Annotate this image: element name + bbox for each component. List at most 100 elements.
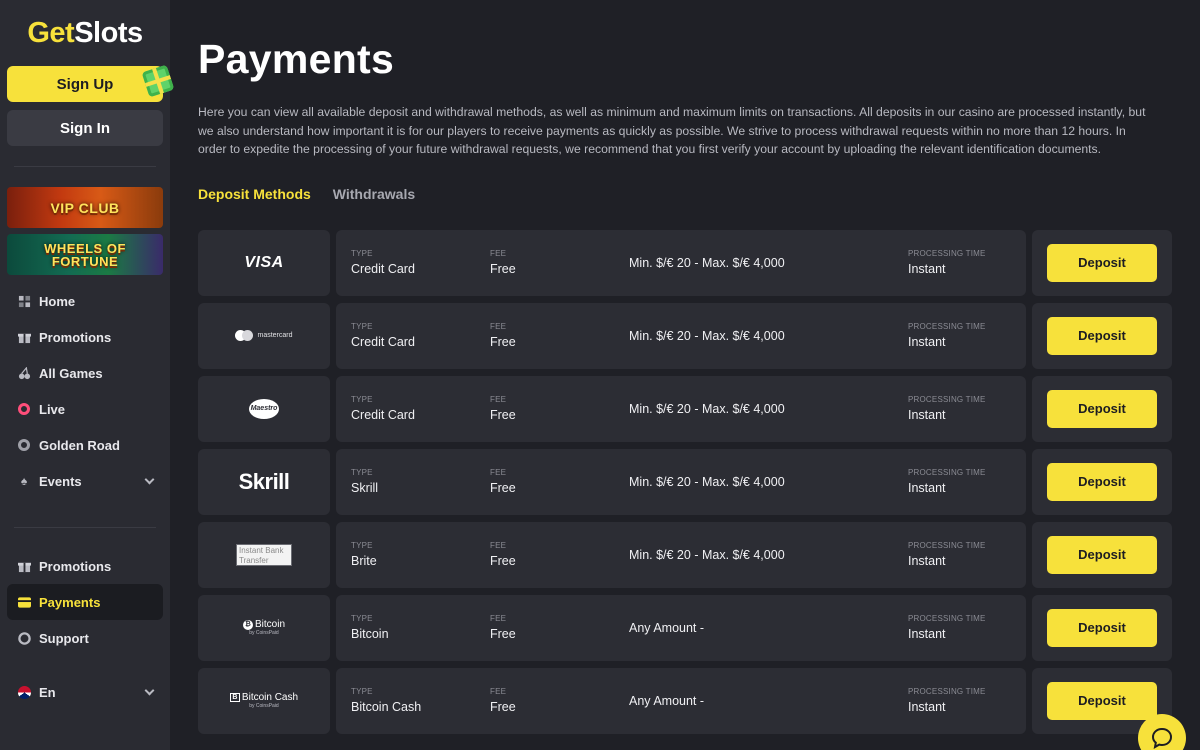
payment-row: mastercard TYPE Credit Card FEE Free Min… [198, 302, 1174, 369]
gift-icon [17, 330, 31, 344]
visa-logo: VISA [244, 253, 284, 271]
brand-slots: Slots [74, 16, 143, 49]
method-action-cell: Deposit [1032, 302, 1172, 369]
method-info-cell: TYPE Credit Card FEE Free Min. $/€ 20 - … [336, 375, 1026, 442]
flag-uk-icon [17, 685, 31, 699]
processing-label: PROCESSING TIME [908, 467, 986, 477]
nav-item-golden-road[interactable]: Golden Road [7, 427, 163, 463]
payment-tabs: Deposit Methods Withdrawals [198, 186, 1174, 202]
method-logo-cell: Skrill [198, 448, 330, 515]
method-logo-cell: VISA [198, 229, 330, 296]
nav-item-all-games[interactable]: All Games [7, 355, 163, 391]
deposit-button[interactable]: Deposit [1047, 243, 1157, 282]
processing-value: Instant [908, 407, 946, 422]
vip-club-banner[interactable]: VIP CLUB [7, 187, 163, 228]
tab-withdrawals[interactable]: Withdrawals [333, 186, 415, 202]
limits-value: Min. $/€ 20 - Max. $/€ 4,000 [629, 401, 785, 416]
nav-label-promotions-2: Promotions [39, 558, 112, 574]
method-logo-cell: Instant Bank Transfer [198, 521, 330, 588]
gift-icon [17, 559, 31, 573]
nav-label-golden-road: Golden Road [39, 437, 120, 453]
payment-row: B Bitcoin Cash by CoinsPaid TYPE Bitcoin … [198, 667, 1174, 734]
nav-label-home: Home [39, 293, 76, 309]
nav-item-payments[interactable]: Payments [7, 584, 163, 620]
nav-label-all-games: All Games [39, 365, 103, 381]
payment-row: ₿ Bitcoin by CoinsPaid TYPE Bitcoin FEE F… [198, 594, 1174, 661]
method-logo-cell: mastercard [198, 302, 330, 369]
fee-label: FEE [490, 613, 507, 623]
nav-item-promotions-2[interactable]: Promotions [7, 548, 163, 584]
deposit-button[interactable]: Deposit [1047, 681, 1157, 720]
method-logo-cell: Maestro [198, 375, 330, 442]
method-action-cell: Deposit [1032, 229, 1172, 296]
mastercard-logo-text: mastercard [257, 332, 293, 340]
type-value: Credit Card [351, 261, 415, 276]
fee-label: FEE [490, 540, 507, 550]
brand-logo[interactable]: Get Slots [7, 0, 163, 66]
home-icon [17, 294, 31, 308]
deposit-button[interactable]: Deposit [1047, 535, 1157, 574]
wheels-of-fortune-banner[interactable]: WHEELS OF FORTUNE [7, 234, 163, 275]
fee-label: FEE [490, 248, 507, 258]
processing-value: Instant [908, 261, 946, 276]
page-title: Payments [198, 36, 395, 82]
instant-bank-transfer-logo: Instant Bank Transfer [236, 543, 292, 566]
payment-row: VISA TYPE Credit Card FEE Free Min. $/€ … [198, 229, 1174, 296]
mastercard-circles-icon [235, 330, 254, 342]
deposit-button[interactable]: Deposit [1047, 462, 1157, 501]
vip-club-label: VIP CLUB [50, 199, 120, 216]
sign-up-label: Sign Up [56, 75, 114, 93]
processing-value: Instant [908, 553, 946, 568]
type-label: TYPE [351, 394, 373, 404]
main-nav: Home Promotions All Games Live Golden Ro… [7, 283, 163, 499]
sign-up-button[interactable]: Sign Up [7, 64, 175, 102]
fee-label: FEE [490, 394, 507, 404]
coinspaid-label: by CoinsPaid [249, 703, 279, 710]
coinspaid-label: by CoinsPaid [249, 630, 279, 637]
skrill-logo: Skrill [238, 468, 290, 494]
chat-button[interactable] [1138, 714, 1186, 750]
fee-value: Free [490, 699, 516, 714]
nav-item-live[interactable]: Live [7, 391, 163, 427]
nav-label-live: Live [39, 401, 66, 417]
bitcoin-cash-logo-text: Bitcoin Cash [241, 692, 299, 704]
deposit-button[interactable]: Deposit [1047, 608, 1157, 647]
nav-item-promotions[interactable]: Promotions [7, 319, 163, 355]
fee-label: FEE [490, 467, 507, 477]
processing-label: PROCESSING TIME [908, 248, 986, 258]
language-selector[interactable]: En [7, 674, 163, 710]
sign-in-label: Sign In [60, 119, 110, 137]
method-info-cell: TYPE Credit Card FEE Free Min. $/€ 20 - … [336, 229, 1026, 296]
tab-deposit-methods[interactable]: Deposit Methods [198, 186, 311, 202]
processing-value: Instant [908, 626, 946, 641]
road-icon [17, 438, 31, 452]
nav-item-events[interactable]: ♠ Events [7, 463, 163, 499]
method-info-cell: TYPE Bitcoin FEE Free Any Amount - PROCE… [336, 594, 1026, 661]
limits-value: Any Amount - [629, 693, 705, 708]
processing-label: PROCESSING TIME [908, 686, 986, 696]
processing-label: PROCESSING TIME [908, 321, 986, 331]
type-label: TYPE [351, 540, 373, 550]
type-label: TYPE [351, 248, 373, 258]
type-value: Bitcoin [351, 626, 389, 641]
method-info-cell: TYPE Bitcoin Cash FEE Free Any Amount - … [336, 667, 1026, 734]
fee-label: FEE [490, 321, 507, 331]
sign-in-button[interactable]: Sign In [7, 110, 163, 146]
nav-item-support[interactable]: Support [7, 620, 163, 656]
lifebuoy-icon [17, 631, 31, 645]
wheel-label-line1: WHEELS OF [44, 240, 126, 256]
nav-item-home[interactable]: Home [7, 283, 163, 319]
fee-value: Free [490, 626, 516, 641]
limits-value: Any Amount - [629, 620, 705, 635]
method-logo-cell: ₿ Bitcoin by CoinsPaid [198, 594, 330, 661]
cherries-icon [17, 366, 31, 380]
type-label: TYPE [351, 613, 373, 623]
method-action-cell: Deposit [1032, 594, 1172, 661]
bitcoin-icon: ₿ [242, 619, 253, 630]
secondary-nav: Promotions Payments Support [7, 548, 163, 656]
type-value: Brite [351, 553, 377, 568]
limits-value: Min. $/€ 20 - Max. $/€ 4,000 [629, 547, 785, 562]
deposit-button[interactable]: Deposit [1047, 316, 1157, 355]
nav-label-support: Support [39, 630, 89, 646]
deposit-button[interactable]: Deposit [1047, 389, 1157, 428]
